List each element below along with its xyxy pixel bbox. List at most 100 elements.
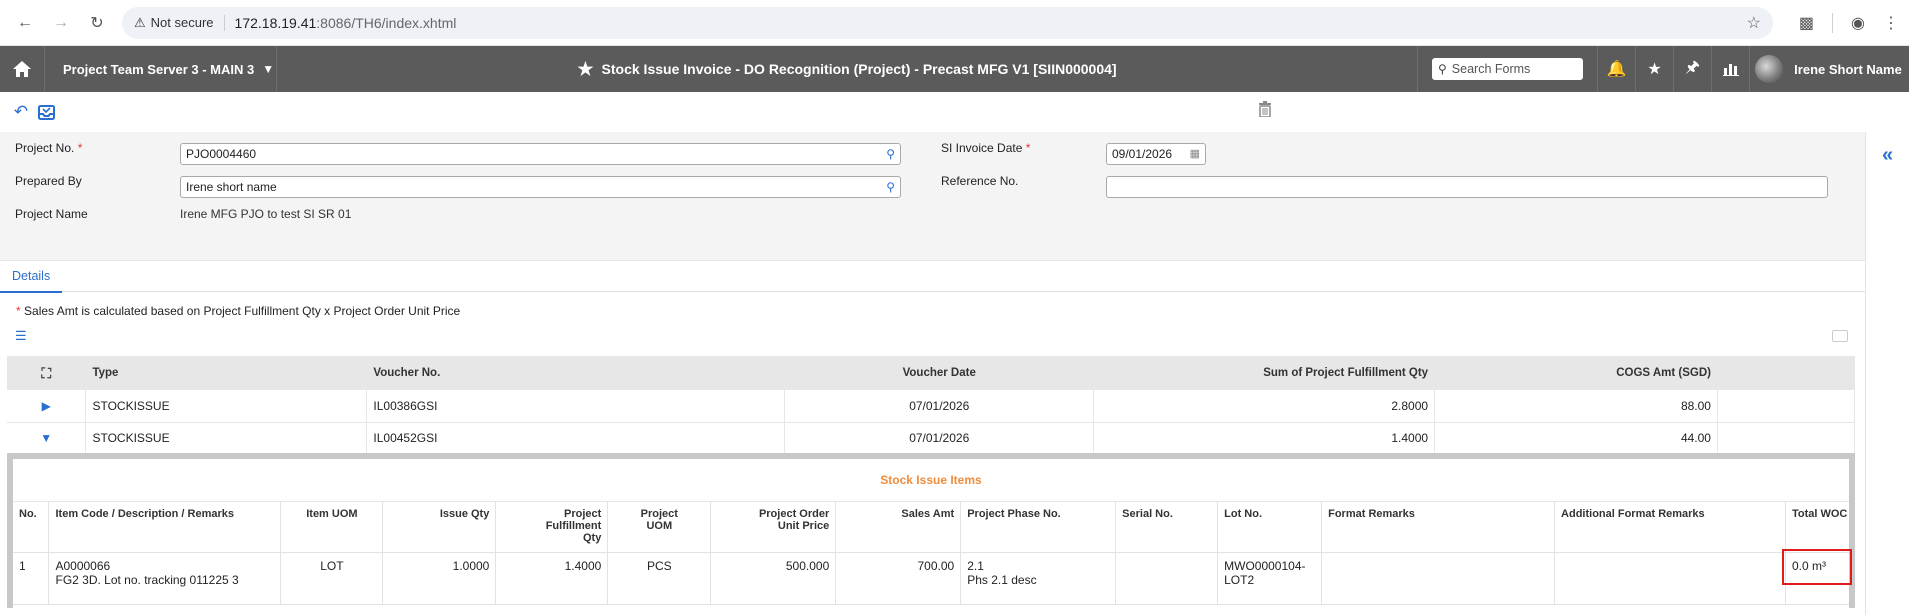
col-puom-line1: Project <box>640 508 678 520</box>
bookmark-star-icon[interactable]: ☆ <box>1747 13 1761 33</box>
col-lot-no[interactable]: Lot No. <box>1217 502 1323 553</box>
layers-icon[interactable]: ☰ <box>15 328 27 344</box>
cell-item-code: A0000066 <box>55 558 111 573</box>
col-pf-qty-line2: Fulfillment <box>545 520 602 532</box>
server-label: Project Team Server 3 - MAIN 3 <box>63 61 255 77</box>
cell-phase: 2.1 Phs 2.1 desc <box>960 552 1117 605</box>
col-item-uom[interactable]: Item UOM <box>280 502 384 553</box>
col-item[interactable]: Item Code / Description / Remarks <box>48 502 282 553</box>
project-no-field[interactable]: PJO0004460 ⚲ <box>180 143 901 165</box>
cell-lot-line1: MWO0000104- <box>1224 558 1306 573</box>
cell-issue-qty: 1.0000 <box>382 552 497 605</box>
favorites-star-icon[interactable]: ★ <box>1635 46 1673 92</box>
col-format-remarks[interactable]: Format Remarks <box>1321 502 1556 553</box>
calendar-icon[interactable]: ▦ <box>1190 147 1200 160</box>
tab-bar: Details <box>0 260 1865 293</box>
cell-spacer <box>1717 390 1856 423</box>
save-inbox-icon[interactable] <box>35 101 57 123</box>
col-project-fulfillment-qty[interactable]: Project Fulfillment Qty <box>495 502 609 553</box>
search-placeholder: Search Forms <box>1451 62 1531 76</box>
si-date-label-text: SI Invoice Date <box>941 141 1023 155</box>
browser-toolbar: ← → ↻ ⚠ Not secure 172.18.19.41:8086/TH6… <box>0 0 1909 46</box>
col-serial-no[interactable]: Serial No. <box>1115 502 1219 553</box>
collapse-panel-rail[interactable]: « <box>1865 132 1909 615</box>
menu-dots-icon[interactable]: ⋮ <box>1883 13 1899 33</box>
undo-icon[interactable]: ↶ <box>10 101 32 123</box>
security-indicator[interactable]: ⚠ Not secure <box>134 14 225 31</box>
home-button[interactable] <box>0 46 45 92</box>
pin-icon[interactable]: 🖈 <box>1673 46 1711 92</box>
highlight-box <box>1782 549 1852 585</box>
col-issue-qty[interactable]: Issue Qty <box>382 502 497 553</box>
favorite-star-icon[interactable]: ★ <box>577 59 593 80</box>
si-date-label: SI Invoice Date * <box>941 141 1030 155</box>
prepared-by-field[interactable]: Irene short name ⚲ <box>180 176 901 198</box>
tab-details[interactable]: Details <box>0 261 63 293</box>
cell-pf-qty: 1.4000 <box>495 552 609 605</box>
fullscreen-icon[interactable]: ⛶ <box>41 365 51 381</box>
col-cogs-amt[interactable]: COGS Amt (SGD) <box>1434 356 1718 390</box>
header-form: Project No. * PJO0004460 ⚲ Prepared By I… <box>0 132 1865 260</box>
collapse-row-icon[interactable]: ▼ <box>7 422 87 455</box>
double-chevron-left-icon[interactable]: « <box>1882 144 1893 615</box>
col-project-uom[interactable]: Project UOM <box>607 502 712 553</box>
project-name-value: Irene MFG PJO to test SI SR 01 <box>180 207 352 221</box>
lookup-search-icon[interactable]: ⚲ <box>886 180 895 194</box>
col-sales-amt[interactable]: Sales Amt <box>835 502 962 553</box>
profile-icon[interactable]: ◉ <box>1851 13 1865 33</box>
cell-voucher-no: IL00386GSI <box>366 390 786 423</box>
search-icon: ⚲ <box>1438 62 1447 76</box>
app-header: Project Team Server 3 - MAIN 3 ▼ ★ Stock… <box>0 46 1909 92</box>
expand-all-header[interactable]: ⛶ <box>7 356 87 390</box>
notification-bell-icon[interactable]: 🔔 <box>1597 46 1635 92</box>
project-name-label: Project Name <box>15 207 88 221</box>
url-text: 172.18.19.41:8086/TH6/index.xhtml <box>235 15 457 31</box>
col-sum-fulfillment-qty[interactable]: Sum of Project Fulfillment Qty <box>1093 356 1436 390</box>
table-row[interactable]: ▼ STOCKISSUE IL00452GSI 07/01/2026 1.400… <box>7 422 1856 455</box>
cell-format-remarks <box>1321 552 1556 605</box>
reference-no-field[interactable] <box>1106 176 1828 198</box>
col-type[interactable]: Type <box>85 356 368 390</box>
address-bar[interactable]: ⚠ Not secure 172.18.19.41:8086/TH6/index… <box>122 6 1773 39</box>
col-additional-format-remarks[interactable]: Additional Format Remarks <box>1554 502 1786 553</box>
cell-serial-no <box>1115 552 1219 605</box>
user-name[interactable]: Irene Short Name <box>1787 46 1909 92</box>
col-voucher-no[interactable]: Voucher No. <box>366 356 786 390</box>
reload-icon[interactable]: ↻ <box>82 8 112 38</box>
stock-issue-items-table: No. Item Code / Description / Remarks It… <box>13 502 1849 605</box>
cell-type: STOCKISSUE <box>85 422 368 455</box>
grid-settings-icon[interactable] <box>1832 330 1848 342</box>
forward-icon[interactable]: → <box>46 8 76 38</box>
prepared-by-label: Prepared By <box>15 174 82 188</box>
cell-item-uom: LOT <box>280 552 384 605</box>
col-puom-line2: UOM <box>646 520 673 532</box>
col-phase-no[interactable]: Project Phase No. <box>960 502 1117 553</box>
si-date-field[interactable]: 09/01/2026 ▦ <box>1106 143 1206 165</box>
server-selector[interactable]: Project Team Server 3 - MAIN 3 ▼ <box>45 46 277 92</box>
prepared-by-value: Irene short name <box>186 180 277 194</box>
col-no[interactable]: No. <box>13 502 50 553</box>
col-voucher-date[interactable]: Voucher Date <box>784 356 1095 390</box>
col-project-order-unit-price[interactable]: Project Order Unit Price <box>710 502 837 553</box>
expand-row-icon[interactable]: ▶ <box>7 390 87 423</box>
lookup-search-icon[interactable]: ⚲ <box>886 147 895 161</box>
user-avatar-cell[interactable] <box>1749 46 1787 92</box>
note-text: Sales Amt is calculated based on Project… <box>24 304 461 318</box>
note-star: * <box>16 304 21 318</box>
table-row[interactable]: 1 A0000066 FG2 3D. Lot no. tracking 0112… <box>13 552 1849 605</box>
table-row[interactable]: ▶ STOCKISSUE IL00386GSI 07/01/2026 2.800… <box>7 390 1856 423</box>
cell-order-unit-price: 500.000 <box>710 552 837 605</box>
cell-qty: 1.4000 <box>1093 422 1436 455</box>
delete-trash-icon[interactable] <box>1258 101 1272 122</box>
search-input[interactable]: ⚲ Search Forms <box>1432 58 1583 80</box>
analytics-chart-icon[interactable] <box>1711 46 1749 92</box>
col-spacer <box>1717 356 1856 390</box>
back-icon[interactable]: ← <box>10 8 40 38</box>
translate-icon[interactable]: ▩ <box>1799 13 1814 33</box>
caret-down-icon: ▼ <box>262 62 275 76</box>
cell-cogs: 44.00 <box>1434 422 1718 455</box>
home-icon <box>13 61 31 77</box>
form-title-text: Stock Issue Invoice - DO Recognition (Pr… <box>601 61 1117 77</box>
col-total-woc[interactable]: Total WOC A <box>1785 502 1849 553</box>
cell-type: STOCKISSUE <box>85 390 368 423</box>
